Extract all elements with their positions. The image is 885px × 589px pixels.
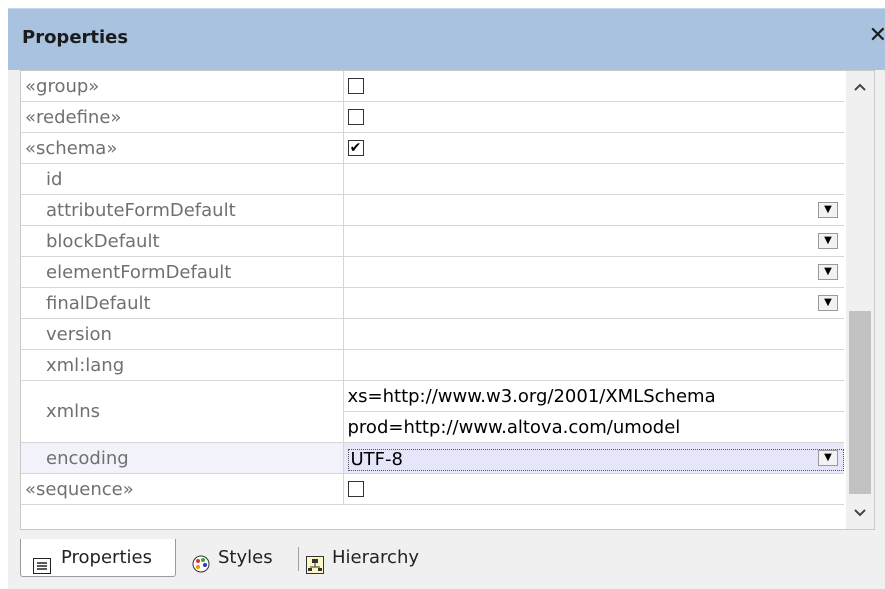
xmlns-value-2[interactable]: prod=http://www.altova.com/umodel	[343, 411, 844, 443]
tab-label: Styles	[218, 547, 273, 568]
property-row-finaldefault: finalDefault ▼	[21, 287, 844, 319]
property-row-blockdefault: blockDefault ▼	[21, 225, 844, 257]
property-row-redefine: «redefine»	[21, 101, 844, 133]
vertical-scrollbar[interactable]	[846, 71, 874, 529]
finaldefault-value[interactable]: ▼	[343, 287, 844, 319]
property-name: version	[21, 318, 344, 350]
checkbox-group[interactable]	[347, 77, 364, 94]
tab-label: Properties	[61, 547, 152, 568]
window-title: Properties	[22, 27, 129, 48]
property-name: blockDefault	[21, 225, 344, 257]
dropdown-arrow-icon[interactable]: ▼	[818, 233, 838, 249]
properties-grid: «group» «redefine» «schema» ✔ id attribu…	[20, 70, 875, 530]
tab-separator	[298, 547, 299, 571]
close-icon[interactable]: ✕	[869, 23, 885, 48]
properties-titlebar: Properties ✕	[8, 8, 885, 70]
property-name: «group»	[21, 71, 344, 102]
version-value[interactable]	[343, 318, 844, 350]
encoding-value[interactable]: UTF-8 ▼	[343, 442, 844, 474]
property-name: xmlns	[21, 380, 344, 443]
property-row-id: id	[21, 163, 844, 195]
property-name: attributeFormDefault	[21, 194, 344, 226]
property-row-encoding: encoding UTF-8 ▼	[21, 442, 844, 474]
checkbox-redefine[interactable]	[347, 108, 364, 125]
tab-styles[interactable]: Styles	[176, 539, 296, 577]
property-name: «sequence»	[21, 473, 344, 505]
scroll-down-icon[interactable]	[846, 497, 874, 529]
property-row-schema: «schema» ✔	[21, 132, 844, 164]
elementformdefault-value[interactable]: ▼	[343, 256, 844, 288]
property-name: xml:lang	[21, 349, 344, 381]
properties-table: «group» «redefine» «schema» ✔ id attribu…	[21, 71, 844, 505]
property-name: encoding	[21, 442, 344, 474]
dropdown-arrow-icon[interactable]: ▼	[818, 295, 838, 311]
xmllang-value[interactable]	[343, 349, 844, 381]
property-name: id	[21, 163, 344, 195]
property-row-xmllang: xml:lang	[21, 349, 844, 381]
property-row-group: «group»	[21, 71, 844, 102]
id-value[interactable]	[343, 163, 844, 195]
property-name: finalDefault	[21, 287, 344, 319]
dropdown-arrow-icon[interactable]: ▼	[818, 264, 838, 280]
checkbox-schema[interactable]: ✔	[347, 139, 364, 156]
blockdefault-value[interactable]: ▼	[343, 225, 844, 257]
property-name: elementFormDefault	[21, 256, 344, 288]
property-name: «schema»	[21, 132, 344, 164]
property-row-attributeformdefault: attributeFormDefault ▼	[21, 194, 844, 226]
property-row-sequence: «sequence»	[21, 473, 844, 505]
property-row-version: version	[21, 318, 844, 350]
attributeformdefault-value[interactable]: ▼	[343, 194, 844, 226]
bottom-tabs: Properties Styles Hierarchy	[20, 539, 580, 579]
hierarchy-icon	[306, 550, 324, 574]
scroll-up-icon[interactable]	[846, 71, 874, 103]
dropdown-arrow-icon[interactable]: ▼	[818, 202, 838, 218]
scroll-thumb[interactable]	[849, 311, 871, 494]
encoding-editor[interactable]: UTF-8	[347, 448, 844, 471]
properties-list-icon	[33, 550, 51, 574]
palette-icon	[192, 549, 210, 573]
dropdown-arrow-icon[interactable]: ▼	[818, 450, 838, 466]
tab-hierarchy[interactable]: Hierarchy	[306, 539, 456, 577]
xmlns-value-1[interactable]: xs=http://www.w3.org/2001/XMLSchema	[343, 380, 844, 412]
property-row-xmlns: xmlns xs=http://www.w3.org/2001/XMLSchem…	[21, 380, 844, 443]
checkbox-sequence[interactable]	[347, 480, 364, 497]
tab-label: Hierarchy	[332, 547, 420, 568]
property-row-elementformdefault: elementFormDefault ▼	[21, 256, 844, 288]
property-name: «redefine»	[21, 101, 344, 133]
tab-properties[interactable]: Properties	[20, 539, 176, 577]
